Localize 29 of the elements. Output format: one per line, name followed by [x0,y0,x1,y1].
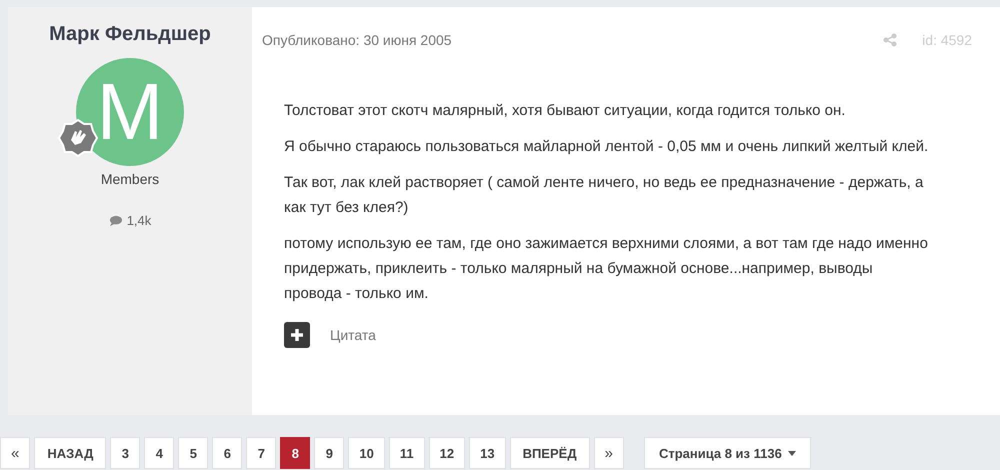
page-button[interactable]: 13 [469,437,506,469]
page-button[interactable]: 7 [246,437,276,469]
next-button[interactable]: ВПЕРЁД [510,437,590,469]
page-button[interactable]: 3 [110,437,140,469]
last-page-button[interactable]: » [594,437,624,469]
page-button[interactable]: 12 [428,437,466,469]
plus-button-icon[interactable] [284,322,310,348]
quote-link[interactable]: Цитата [330,327,376,343]
member-group: Members [100,171,160,187]
comment-icon [108,214,123,226]
page-button[interactable]: 5 [178,437,208,469]
page-button[interactable]: 4 [144,437,174,469]
page-button[interactable]: 9 [314,437,344,469]
post-paragraph: Я обычно стараюсь пользоваться майларной лентой - 0,05 мм и очень липкий желтый клей. [284,137,930,157]
page-button[interactable]: 10 [348,437,385,469]
page-jump-dropdown[interactable]: Страница 8 из 1136 [644,437,811,469]
post-paragraph: Так вот, лак клей растворяет ( самой ленте ничего, но ведь ее предназначение - держать, а как тут без клея?) [284,173,924,218]
post-paragraph: потому использую ее там, где оно зажимается верхними слоями, а вот там где надо именно придержать, приклеить - только малярный на бумажной основе...например, выводы провода - только им. [284,234,929,304]
post-count: 1,4k [126,213,152,228]
rank-badge-icon [58,118,98,158]
page-button[interactable]: 8 [280,437,310,469]
previous-button[interactable]: НАЗАД [34,437,106,469]
caret-icon [788,450,796,456]
post-paragraph: Толстоват этот скотч малярный, хотя бывают ситуации, когда годится только он. [284,101,846,121]
author-name[interactable]: Марк Фельдшер [49,23,211,46]
first-page-button[interactable]: « [0,437,30,469]
published-date: Опубликовано: 30 июня 2005 [262,32,452,48]
page-button[interactable]: 6 [212,437,242,469]
page-button[interactable]: 11 [388,437,425,469]
